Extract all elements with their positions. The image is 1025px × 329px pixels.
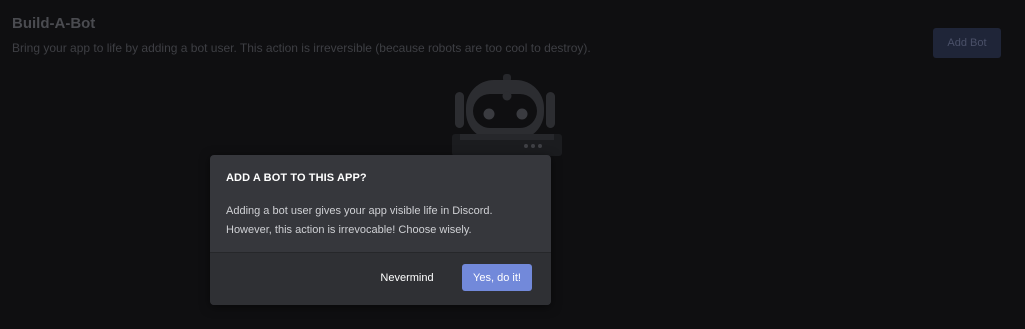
add-bot-button[interactable]: Add Bot [933, 28, 1001, 58]
robot-illustration-icon [452, 74, 562, 156]
page: Build-A-Bot Bring your app to life by ad… [0, 0, 1025, 329]
confirm-modal: ADD A BOT TO THIS APP? Adding a bot user… [210, 155, 551, 305]
nevermind-button[interactable]: Nevermind [372, 264, 442, 291]
confirm-add-bot-button[interactable]: Yes, do it! [462, 264, 532, 291]
section-title: Build-A-Bot [12, 15, 96, 32]
modal-body-line-1: Adding a bot user gives your app visible… [226, 205, 493, 217]
modal-footer: Nevermind Yes, do it! [210, 252, 551, 305]
modal-body: Adding a bot user gives your app visible… [226, 202, 526, 240]
section-description: Bring your app to life by adding a bot u… [12, 41, 591, 55]
modal-title: ADD A BOT TO THIS APP? [226, 172, 367, 184]
modal-body-line-2: However, this action is irrevocable! Cho… [226, 224, 472, 236]
